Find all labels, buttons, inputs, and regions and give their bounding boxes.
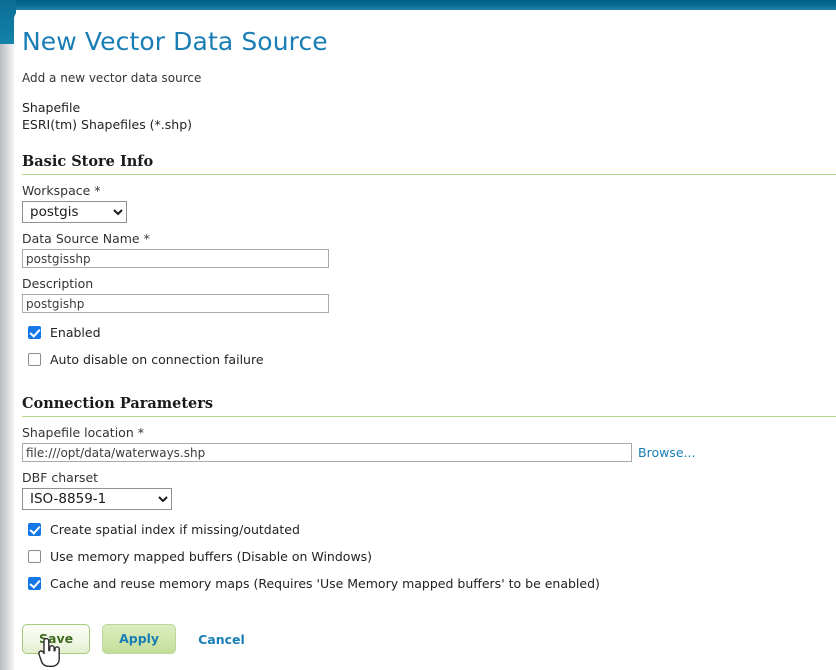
dbf-charset-select[interactable]: ISO-8859-1 bbox=[22, 488, 172, 510]
format-description: ESRI(tm) Shapefiles (*.shp) bbox=[22, 116, 836, 133]
workspace-select[interactable]: postgis bbox=[22, 201, 127, 223]
dbf-charset-field: DBF charset ISO-8859-1 bbox=[22, 470, 828, 510]
connection-parameters-section: Connection Parameters Shapefile location… bbox=[22, 395, 828, 591]
description-field: Description bbox=[22, 276, 828, 313]
page-title: New Vector Data Source bbox=[14, 18, 836, 57]
shapefile-location-label: Shapefile location * bbox=[22, 425, 828, 440]
section-divider bbox=[22, 174, 836, 175]
description-label: Description bbox=[22, 276, 828, 291]
browse-link[interactable]: Browse... bbox=[638, 445, 695, 460]
format-name: Shapefile bbox=[22, 99, 836, 116]
shapefile-location-input[interactable] bbox=[22, 443, 632, 462]
cache-memory-maps-label: Cache and reuse memory maps (Requires 'U… bbox=[50, 576, 600, 591]
top-banner-bar bbox=[0, 0, 836, 10]
enabled-label: Enabled bbox=[50, 325, 101, 340]
cache-memory-maps-checkbox[interactable] bbox=[28, 577, 41, 590]
description-input[interactable] bbox=[22, 294, 329, 313]
use-memory-mapped-buffers-label: Use memory mapped buffers (Disable on Wi… bbox=[50, 549, 372, 564]
page-subtitle: Add a new vector data source bbox=[14, 57, 836, 85]
cache-memory-maps-row[interactable]: Cache and reuse memory maps (Requires 'U… bbox=[22, 576, 828, 591]
form-actions: Save Apply Cancel bbox=[22, 624, 828, 654]
enabled-row[interactable]: Enabled bbox=[22, 325, 828, 340]
app-root: New Vector Data Source Add a new vector … bbox=[0, 0, 836, 670]
workspace-label: Workspace * bbox=[22, 183, 828, 198]
format-info: Shapefile ESRI(tm) Shapefiles (*.shp) bbox=[14, 85, 836, 133]
shapefile-location-field: Shapefile location * Browse... bbox=[22, 425, 828, 462]
section-divider bbox=[22, 416, 836, 417]
save-button[interactable]: Save bbox=[22, 624, 90, 654]
cancel-link[interactable]: Cancel bbox=[198, 632, 245, 647]
dbf-charset-label: DBF charset bbox=[22, 470, 828, 485]
auto-disable-row[interactable]: Auto disable on connection failure bbox=[22, 352, 828, 367]
workspace-field: Workspace * postgis bbox=[22, 183, 828, 223]
basic-store-info-section: Basic Store Info Workspace * postgis Dat… bbox=[22, 153, 828, 367]
use-memory-mapped-buffers-row[interactable]: Use memory mapped buffers (Disable on Wi… bbox=[22, 549, 828, 564]
data-source-name-input[interactable] bbox=[22, 249, 329, 268]
use-memory-mapped-buffers-checkbox[interactable] bbox=[28, 550, 41, 563]
auto-disable-checkbox[interactable] bbox=[28, 353, 41, 366]
connection-parameters-title: Connection Parameters bbox=[22, 395, 828, 416]
data-source-name-field: Data Source Name * bbox=[22, 231, 828, 268]
create-spatial-index-checkbox[interactable] bbox=[28, 523, 41, 536]
new-vector-data-source-panel: New Vector Data Source Add a new vector … bbox=[14, 10, 836, 670]
create-spatial-index-label: Create spatial index if missing/outdated bbox=[50, 522, 300, 537]
data-source-name-label: Data Source Name * bbox=[22, 231, 828, 246]
basic-store-info-title: Basic Store Info bbox=[22, 153, 828, 174]
create-spatial-index-row[interactable]: Create spatial index if missing/outdated bbox=[22, 522, 828, 537]
enabled-checkbox[interactable] bbox=[28, 326, 41, 339]
shapefile-location-row: Browse... bbox=[22, 443, 828, 462]
auto-disable-label: Auto disable on connection failure bbox=[50, 352, 264, 367]
apply-button[interactable]: Apply bbox=[102, 624, 176, 654]
